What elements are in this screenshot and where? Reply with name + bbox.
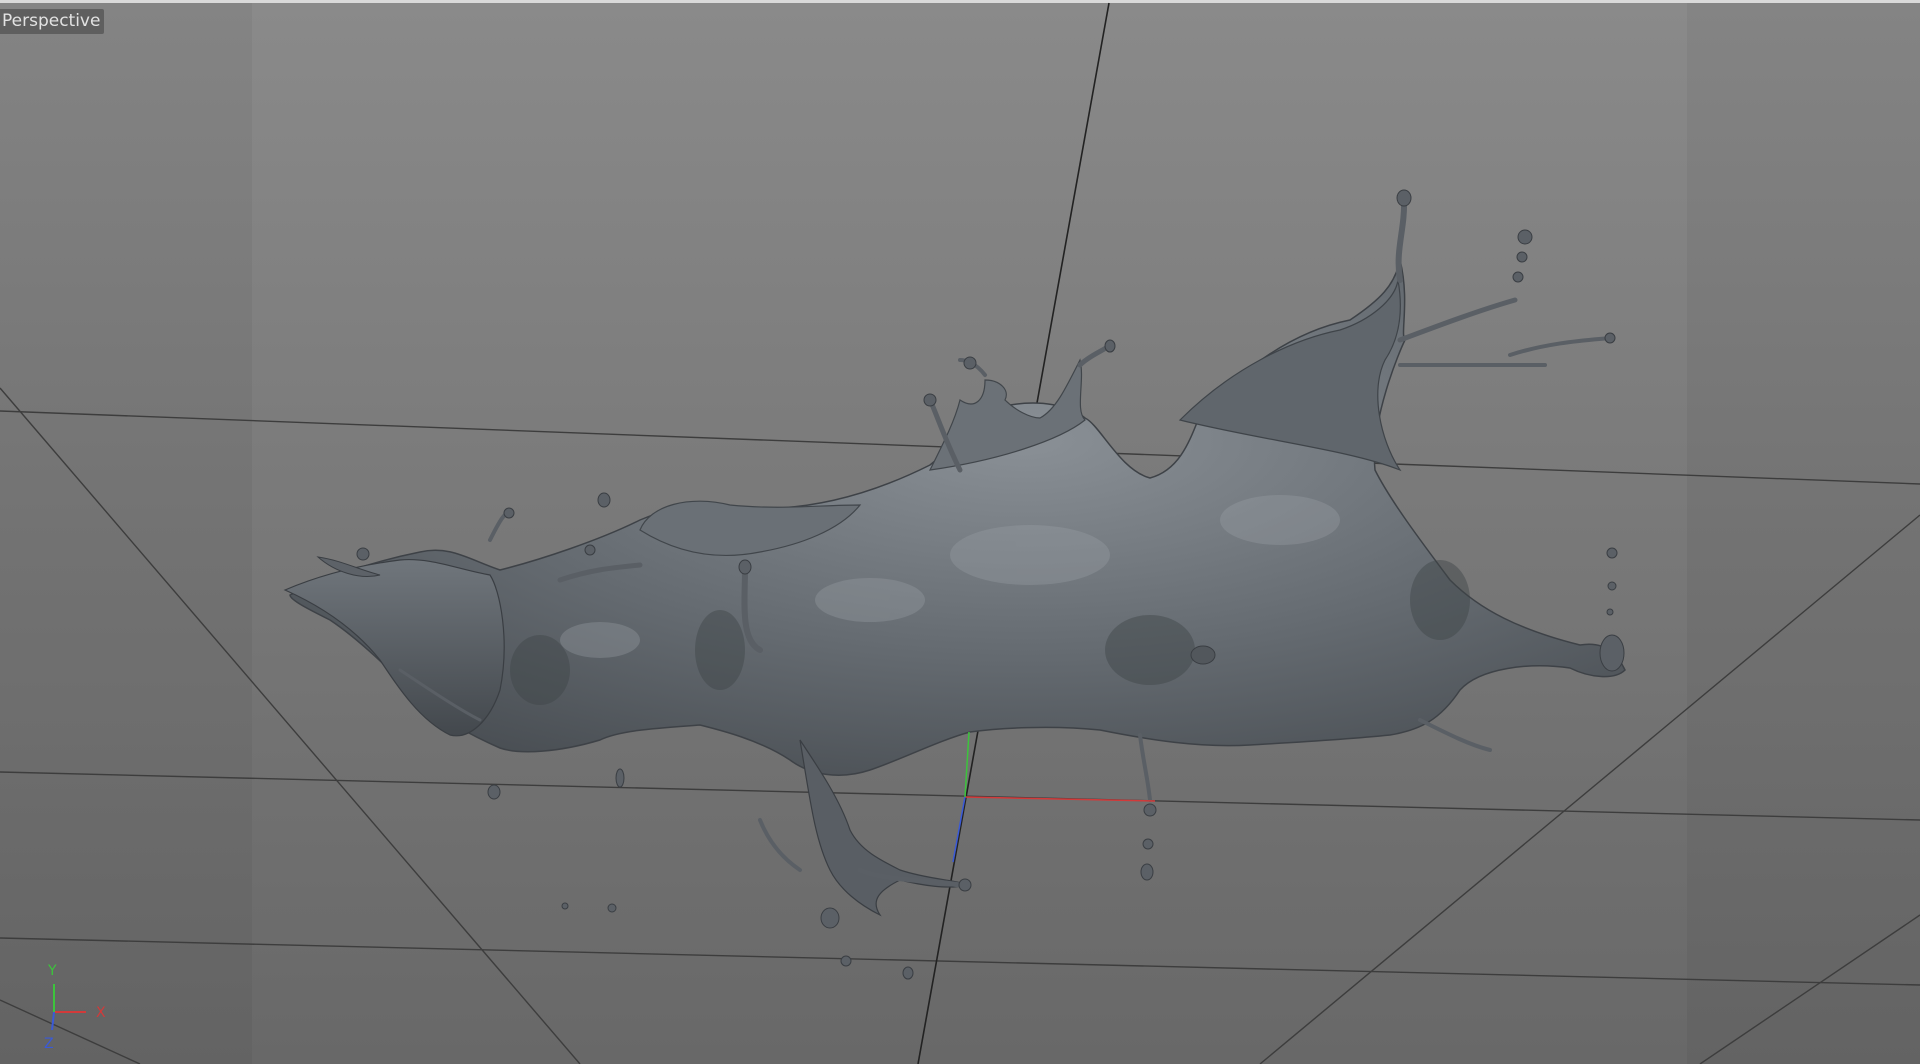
axis-gizmo-x-label: X: [96, 1005, 106, 1021]
view-label[interactable]: Perspective: [0, 9, 105, 34]
axis-gizmo-y-label: Y: [47, 963, 57, 979]
axis-gizmo: X Y Z: [44, 963, 106, 1052]
scene-canvas[interactable]: [0, 0, 1920, 1064]
splash-left-tail: [283, 558, 505, 737]
axis-gizmo-z-line: [51, 1011, 55, 1031]
splash-hole: [1190, 645, 1216, 665]
axis-gizmo-z-label: Z: [44, 1036, 54, 1052]
perspective-viewport[interactable]: Perspective X Y Z: [0, 0, 1920, 1064]
object-axis-origin[interactable]: [952, 731, 1156, 863]
